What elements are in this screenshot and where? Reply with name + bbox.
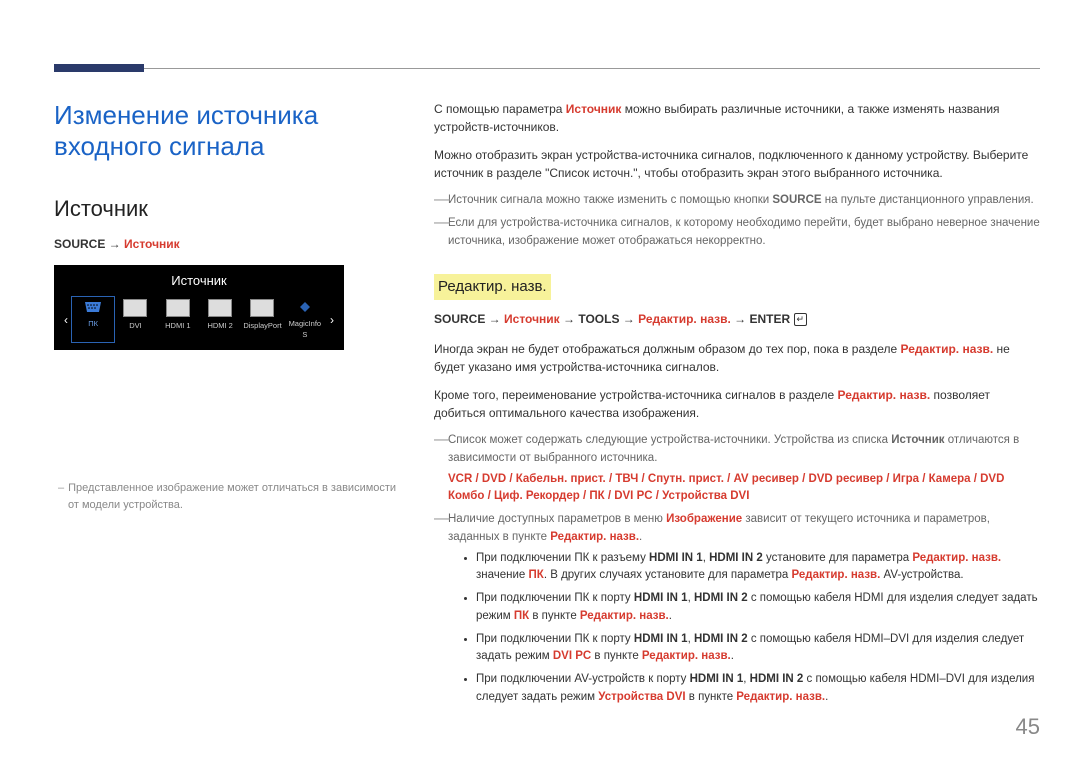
menu-path-source: SOURCE → Источник bbox=[54, 235, 404, 253]
osd-item-label: HDMI 2 bbox=[201, 320, 239, 331]
port-icon bbox=[208, 299, 232, 317]
osd-title: Источник bbox=[54, 265, 344, 299]
note-image-menu: Наличие доступных параметров в меню Изоб… bbox=[448, 511, 1040, 706]
device-type-list: VCR / DVD / Кабельн. прист. / ТВЧ / Спут… bbox=[448, 471, 1040, 506]
page-number: 45 bbox=[1016, 710, 1040, 743]
right-column: С помощью параметра Источник можно выбир… bbox=[434, 100, 1040, 723]
magicinfo-icon bbox=[294, 299, 316, 315]
osd-item-magicinfo[interactable]: MagicInfo S bbox=[286, 299, 324, 341]
header-accent bbox=[54, 64, 144, 72]
osd-nav-left[interactable]: ‹ bbox=[58, 311, 74, 329]
osd-item-hdmi1[interactable]: HDMI 1 bbox=[159, 299, 197, 341]
bullet-hdmi-mode-pc: При подключении ПК к порту HDMI IN 1, HD… bbox=[476, 590, 1040, 625]
osd-item-label: HDMI 1 bbox=[159, 320, 197, 331]
header-rule bbox=[54, 68, 1040, 69]
intro-paragraph-2: Можно отобразить экран устройства-источн… bbox=[434, 146, 1040, 182]
port-icon bbox=[123, 299, 147, 317]
left-column: Изменение источника входного сигнала Ист… bbox=[54, 100, 404, 723]
osd-items: ПК DVI HDMI 1 HDMI 2 bbox=[74, 299, 324, 341]
section-title-edit-name: Редактир. назв. bbox=[434, 258, 1040, 311]
bullet-av-dvi: При подключении AV-устройств к порту HDM… bbox=[476, 671, 1040, 706]
bullet-hdmi-dvi-pc: При подключении ПК к порту HDMI IN 1, HD… bbox=[476, 631, 1040, 666]
intro-paragraph-1: С помощью параметра Источник можно выбир… bbox=[434, 100, 1040, 136]
port-icon bbox=[250, 299, 274, 317]
osd-item-hdmi2[interactable]: HDMI 2 bbox=[201, 299, 239, 341]
note-wrong-source: Если для устройства-источника сигналов, … bbox=[448, 215, 1040, 250]
editname-paragraph-2: Кроме того, переименование устройства-ис… bbox=[434, 386, 1040, 422]
page-content: Изменение источника входного сигнала Ист… bbox=[54, 100, 1040, 723]
editname-paragraph-1: Иногда экран не будет отображаться должн… bbox=[434, 340, 1040, 376]
bullet-hdmi-pc: При подключении ПК к разъему HDMI IN 1, … bbox=[476, 550, 1040, 585]
osd-item-dvi[interactable]: DVI bbox=[116, 299, 154, 341]
image-disclaimer: Представленное изображение может отличат… bbox=[54, 480, 404, 513]
port-icon bbox=[166, 299, 190, 317]
path-source-prefix: SOURCE → bbox=[54, 237, 121, 251]
page-title: Изменение источника входного сигнала bbox=[54, 100, 404, 162]
osd-item-label: DVI bbox=[116, 320, 154, 331]
note-source-button: Источник сигнала можно также изменить с … bbox=[448, 192, 1040, 209]
osd-item-label: DisplayPort bbox=[243, 320, 281, 331]
osd-item-pc[interactable]: ПК bbox=[74, 299, 112, 341]
section-title-source: Источник bbox=[54, 192, 404, 225]
osd-nav-right[interactable]: › bbox=[324, 311, 340, 329]
note-device-list: Список может содержать следующие устройс… bbox=[448, 432, 1040, 505]
osd-carousel: ‹ ПК bbox=[54, 299, 344, 351]
vga-icon bbox=[82, 299, 104, 315]
osd-item-label: ПК bbox=[74, 318, 112, 329]
menu-path-edit-name: SOURCE → Источник → TOOLS → Редактир. на… bbox=[434, 310, 1040, 328]
osd-item-dp[interactable]: DisplayPort bbox=[243, 299, 281, 341]
path-source-target: Источник bbox=[124, 237, 180, 251]
osd-item-label: MagicInfo S bbox=[286, 318, 324, 341]
osd-source-panel: Источник ‹ ПК bbox=[54, 265, 344, 350]
enter-icon: ↵ bbox=[794, 313, 808, 326]
